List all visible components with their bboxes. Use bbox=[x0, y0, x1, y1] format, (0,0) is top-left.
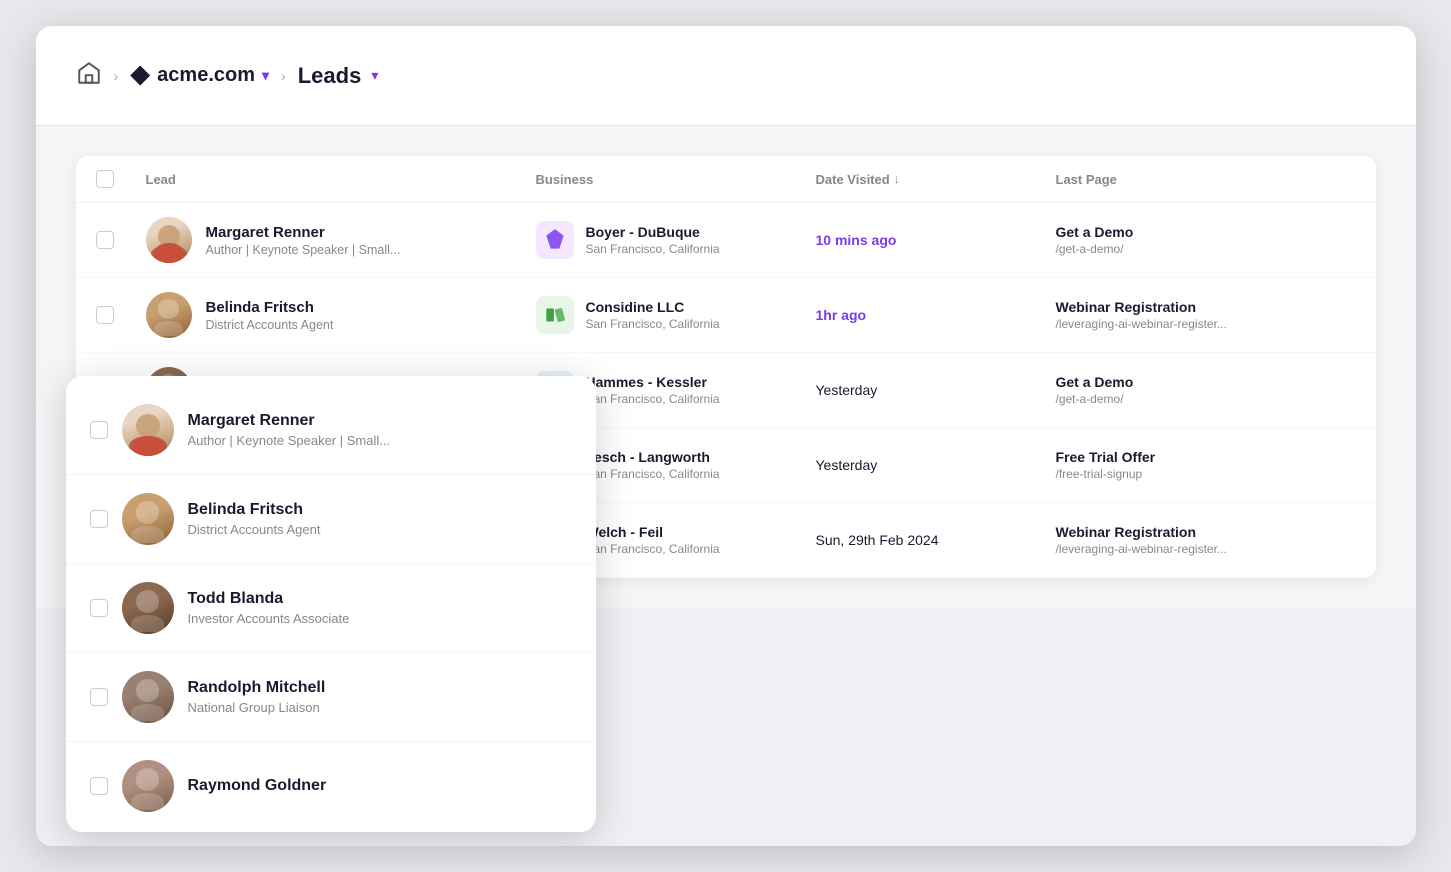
select-all-checkbox[interactable] bbox=[96, 170, 146, 188]
panel-checkbox-margaret[interactable] bbox=[90, 421, 108, 439]
last-page-belinda: Webinar Registration /leveraging-ai-webi… bbox=[1056, 299, 1356, 331]
brand-label: acme.com bbox=[157, 64, 255, 87]
panel-row-margaret[interactable]: Margaret Renner Author | Keynote Speaker… bbox=[66, 386, 596, 475]
lead-cell-belinda: Belinda Fritsch District Accounts Agent bbox=[146, 292, 536, 338]
table-row[interactable]: Belinda Fritsch District Accounts Agent … bbox=[76, 278, 1376, 353]
panel-avatar-belinda bbox=[122, 493, 174, 545]
date-visited-raymond: Sun, 29th Feb 2024 bbox=[816, 532, 1056, 548]
breadcrumb: › acme.com ▾ › Leads ▾ bbox=[76, 60, 379, 91]
panel-checkbox-todd[interactable] bbox=[90, 599, 108, 617]
breadcrumb-sep-1: › bbox=[114, 68, 119, 84]
biz-info-considine: Considine LLC San Francisco, California bbox=[586, 299, 720, 331]
home-icon[interactable] bbox=[76, 60, 102, 91]
header-lead: Lead bbox=[146, 170, 536, 188]
avatar-belinda bbox=[146, 292, 192, 338]
last-page-margaret: Get a Demo /get-a-demo/ bbox=[1056, 224, 1356, 256]
header-last-page: Last Page bbox=[1056, 170, 1356, 188]
lead-name: Margaret Renner bbox=[206, 224, 401, 241]
breadcrumb-leads[interactable]: Leads bbox=[298, 63, 362, 89]
panel-row-randolph[interactable]: Randolph Mitchell National Group Liaison bbox=[66, 653, 596, 742]
panel-checkbox-randolph[interactable] bbox=[90, 688, 108, 706]
table-row[interactable]: Margaret Renner Author | Keynote Speaker… bbox=[76, 203, 1376, 278]
business-cell-boyer: Boyer - DuBuque San Francisco, Californi… bbox=[536, 221, 816, 259]
header-business: Business bbox=[536, 170, 816, 188]
panel-checkbox-raymond[interactable] bbox=[90, 777, 108, 795]
biz-info-welch: Welch - Feil San Francisco, California bbox=[586, 524, 720, 556]
table-header: Lead Business Date Visited ↓ Last Page bbox=[76, 156, 1376, 203]
business-cell-considine: Considine LLC San Francisco, California bbox=[536, 296, 816, 334]
panel-avatar-todd bbox=[122, 582, 174, 634]
lead-info-belinda: Belinda Fritsch District Accounts Agent bbox=[206, 299, 334, 332]
avatar-margaret bbox=[146, 217, 192, 263]
date-visited-margaret: 10 mins ago bbox=[816, 232, 1056, 248]
panel-row-belinda[interactable]: Belinda Fritsch District Accounts Agent bbox=[66, 475, 596, 564]
sort-icon: ↓ bbox=[894, 172, 900, 186]
panel-row-todd[interactable]: Todd Blanda Investor Accounts Associate bbox=[66, 564, 596, 653]
panel-lead-info-randolph: Randolph Mitchell National Group Liaison bbox=[188, 679, 326, 715]
leads-chevron-icon[interactable]: ▾ bbox=[371, 67, 378, 84]
panel-lead-info-todd: Todd Blanda Investor Accounts Associate bbox=[188, 590, 350, 626]
biz-info-lesch: Lesch - Langworth San Francisco, Califor… bbox=[586, 449, 720, 481]
biz-logo-boyer bbox=[536, 221, 574, 259]
panel-avatar-raymond bbox=[122, 760, 174, 812]
brand-diamond-icon bbox=[130, 66, 150, 86]
panel-row-raymond[interactable]: Raymond Goldner bbox=[66, 742, 596, 822]
panel-avatar-randolph bbox=[122, 671, 174, 723]
lead-title: Author | Keynote Speaker | Small... bbox=[206, 243, 401, 257]
lead-cell-margaret: Margaret Renner Author | Keynote Speaker… bbox=[146, 217, 536, 263]
panel-lead-info-raymond: Raymond Goldner bbox=[188, 777, 327, 795]
floating-leads-panel: Margaret Renner Author | Keynote Speaker… bbox=[66, 376, 596, 832]
top-bar: › acme.com ▾ › Leads ▾ bbox=[36, 26, 1416, 126]
panel-lead-info-belinda: Belinda Fritsch District Accounts Agent bbox=[188, 501, 321, 537]
biz-logo-considine bbox=[536, 296, 574, 334]
panel-checkbox-belinda[interactable] bbox=[90, 510, 108, 528]
app-window: › acme.com ▾ › Leads ▾ Lead bbox=[36, 26, 1416, 846]
last-page-todd: Get a Demo /get-a-demo/ bbox=[1056, 374, 1356, 406]
brand-chevron-icon[interactable]: ▾ bbox=[262, 67, 269, 84]
row-checkbox-margaret[interactable] bbox=[96, 231, 146, 249]
last-page-raymond: Webinar Registration /leveraging-ai-webi… bbox=[1056, 524, 1356, 556]
date-visited-randolph: Yesterday bbox=[816, 457, 1056, 473]
panel-lead-info-margaret: Margaret Renner Author | Keynote Speaker… bbox=[188, 412, 391, 448]
biz-info-hammes: Hammes - Kessler San Francisco, Californ… bbox=[586, 374, 720, 406]
main-area: Lead Business Date Visited ↓ Last Page bbox=[36, 126, 1416, 608]
breadcrumb-sep-2: › bbox=[281, 68, 286, 84]
date-visited-todd: Yesterday bbox=[816, 382, 1056, 398]
lead-info-margaret: Margaret Renner Author | Keynote Speaker… bbox=[206, 224, 401, 257]
panel-avatar-margaret bbox=[122, 404, 174, 456]
biz-info-boyer: Boyer - DuBuque San Francisco, Californi… bbox=[586, 224, 720, 256]
header-date-visited[interactable]: Date Visited ↓ bbox=[816, 170, 1056, 188]
date-visited-belinda: 1hr ago bbox=[816, 307, 1056, 323]
last-page-randolph: Free Trial Offer /free-trial-signup bbox=[1056, 449, 1356, 481]
row-checkbox-belinda[interactable] bbox=[96, 306, 146, 324]
breadcrumb-brand[interactable]: acme.com ▾ bbox=[130, 64, 269, 87]
